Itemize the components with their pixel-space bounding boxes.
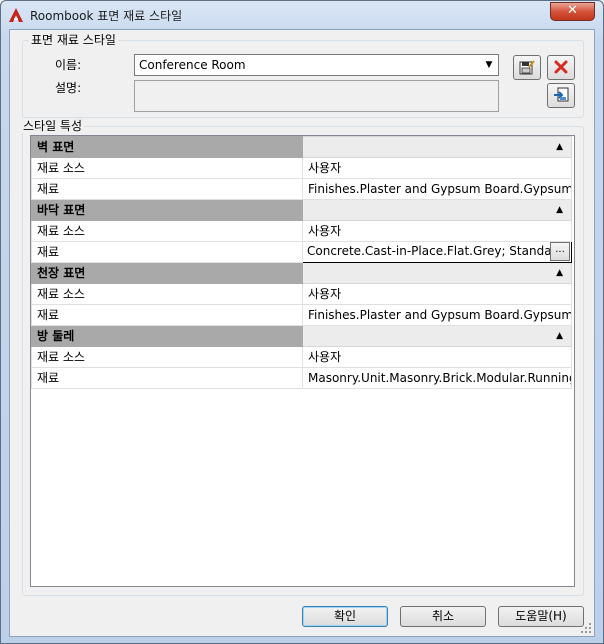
import-style-button[interactable]: [547, 83, 575, 108]
title-bar[interactable]: Roombook 표면 재료 스타일 ✕: [1, 1, 603, 29]
property-label: 재료 소스: [31, 220, 303, 242]
property-value-editor[interactable]: Concrete.Cast-in-Place.Flat.Grey; Standa…: [302, 241, 572, 263]
close-button[interactable]: ✕: [550, 2, 595, 21]
style-properties-group-title: 스타일 특성: [21, 119, 85, 133]
category-title: 방 둘레: [31, 325, 303, 347]
chevron-down-icon[interactable]: ▼: [481, 56, 497, 74]
save-style-button[interactable]: [513, 55, 541, 80]
property-value[interactable]: 사용자: [302, 346, 572, 368]
category-header-perimeter[interactable]: 방 둘레 ▲: [31, 325, 572, 347]
description-field[interactable]: [134, 80, 499, 112]
dialog-window: Roombook 표면 재료 스타일 ✕ 표면 재료 스타일 이름: Confe…: [0, 0, 604, 644]
property-table: 벽 표면 ▲ 재료 소스 사용자 재료 Finishes.Plaster and…: [31, 136, 572, 389]
table-row[interactable]: 재료 소스 사용자: [31, 157, 572, 179]
delete-style-button[interactable]: [547, 55, 575, 80]
category-header-floor[interactable]: 바닥 표면 ▲: [31, 199, 572, 221]
category-header-ceiling[interactable]: 천장 표면 ▲: [31, 262, 572, 284]
surface-style-group: 표면 재료 스타일 이름: Conference Room ▼ 설명:: [22, 33, 584, 118]
dialog-client-area: 표면 재료 스타일 이름: Conference Room ▼ 설명: 스타일 …: [9, 29, 595, 637]
help-button[interactable]: 도움말(H): [498, 606, 584, 627]
autocad-a-icon: [8, 7, 24, 23]
property-value[interactable]: Masonry.Unit.Masonry.Brick.Modular.Runni…: [302, 367, 572, 389]
resize-grip-icon[interactable]: [580, 622, 592, 634]
property-grid[interactable]: 벽 표면 ▲ 재료 소스 사용자 재료 Finishes.Plaster and…: [30, 135, 575, 587]
description-label: 설명:: [55, 81, 82, 95]
property-label: 재료: [31, 178, 303, 200]
property-label: 재료 소스: [31, 283, 303, 305]
table-row[interactable]: 재료 Masonry.Unit.Masonry.Brick.Modular.Ru…: [31, 367, 572, 389]
collapse-icon[interactable]: ▲: [302, 325, 572, 347]
table-row[interactable]: 재료 Finishes.Plaster and Gypsum Board.Gyp…: [31, 178, 572, 200]
property-label: 재료 소스: [31, 346, 303, 368]
collapse-icon[interactable]: ▲: [302, 136, 572, 158]
style-name-combobox[interactable]: Conference Room ▼: [134, 54, 499, 76]
collapse-icon[interactable]: ▲: [302, 262, 572, 284]
property-label: 재료 소스: [31, 157, 303, 179]
table-row[interactable]: 재료 Finishes.Plaster and Gypsum Board.Gyp…: [31, 304, 572, 326]
category-title: 벽 표면: [31, 136, 303, 158]
table-row[interactable]: 재료 Concrete.Cast-in-Place.Flat.Grey; Sta…: [31, 241, 572, 263]
property-value[interactable]: 사용자: [302, 157, 572, 179]
cancel-button[interactable]: 취소: [400, 606, 486, 627]
category-title: 천장 표면: [31, 262, 303, 284]
property-label: 재료: [31, 367, 303, 389]
material-edit-field[interactable]: Concrete.Cast-in-Place.Flat.Grey; Standa…: [307, 243, 564, 260]
property-label: 재료: [31, 241, 303, 263]
import-icon: [554, 87, 569, 102]
ok-button[interactable]: 확인: [302, 606, 388, 627]
property-value[interactable]: 사용자: [302, 283, 572, 305]
browse-material-button[interactable]: ...: [550, 242, 570, 261]
category-header-wall[interactable]: 벽 표면 ▲: [31, 136, 572, 158]
delete-icon: [554, 60, 568, 74]
property-label: 재료: [31, 304, 303, 326]
property-value[interactable]: Finishes.Plaster and Gypsum Board.Gypsum…: [302, 304, 572, 326]
category-title: 바닥 표면: [31, 199, 303, 221]
window-title: Roombook 표면 재료 스타일: [30, 9, 183, 23]
name-label: 이름:: [55, 58, 82, 72]
surface-style-group-title: 표면 재료 스타일: [29, 33, 118, 47]
property-value[interactable]: 사용자: [302, 220, 572, 242]
property-value[interactable]: Finishes.Plaster and Gypsum Board.Gypsum…: [302, 178, 572, 200]
save-icon: [519, 60, 535, 75]
table-row[interactable]: 재료 소스 사용자: [31, 220, 572, 242]
table-row[interactable]: 재료 소스 사용자: [31, 346, 572, 368]
collapse-icon[interactable]: ▲: [302, 199, 572, 221]
style-name-value: Conference Room: [139, 58, 246, 72]
table-row[interactable]: 재료 소스 사용자: [31, 283, 572, 305]
